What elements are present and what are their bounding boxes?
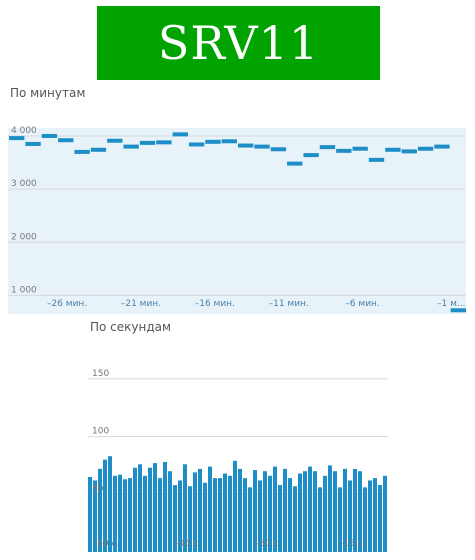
bar	[143, 475, 147, 552]
bar	[308, 466, 312, 552]
bar	[303, 471, 307, 552]
bar	[158, 478, 162, 552]
bar	[223, 473, 227, 552]
bar	[138, 464, 142, 552]
bar	[208, 466, 212, 552]
bar	[128, 478, 132, 552]
bar	[213, 478, 217, 552]
y-tick-label: 100	[92, 427, 109, 437]
bar	[228, 475, 232, 552]
bar	[243, 478, 247, 552]
x-tick-label: –30 с.	[255, 539, 282, 549]
bar	[203, 482, 207, 552]
bar	[328, 465, 332, 552]
y-tick-label: 50	[92, 484, 104, 494]
bar	[298, 473, 302, 552]
bar	[283, 468, 287, 552]
bar	[378, 485, 382, 552]
bar	[383, 475, 387, 552]
x-tick-label: –60 с.	[93, 539, 120, 549]
bar	[153, 463, 157, 552]
bar	[323, 475, 327, 552]
x-tick-label: –45 с.	[175, 539, 202, 549]
bar	[238, 468, 242, 552]
bar	[233, 460, 237, 552]
bar	[168, 471, 172, 552]
bar	[163, 461, 167, 552]
bar	[333, 471, 337, 552]
bar	[123, 479, 127, 552]
bar	[293, 486, 297, 552]
bar	[288, 478, 292, 552]
seconds-chart: 50 100 150 –60 с. –45 с. –30 с. –15 с.	[88, 369, 388, 552]
bar	[248, 487, 252, 552]
y-tick-label: 150	[92, 369, 109, 379]
bar	[313, 471, 317, 552]
bar	[148, 467, 152, 552]
bar	[218, 478, 222, 552]
x-tick-label: –15 с.	[339, 539, 366, 549]
bar	[318, 487, 322, 552]
bar	[108, 456, 112, 552]
bar	[373, 478, 377, 552]
bar	[368, 480, 372, 552]
bar	[133, 467, 137, 552]
